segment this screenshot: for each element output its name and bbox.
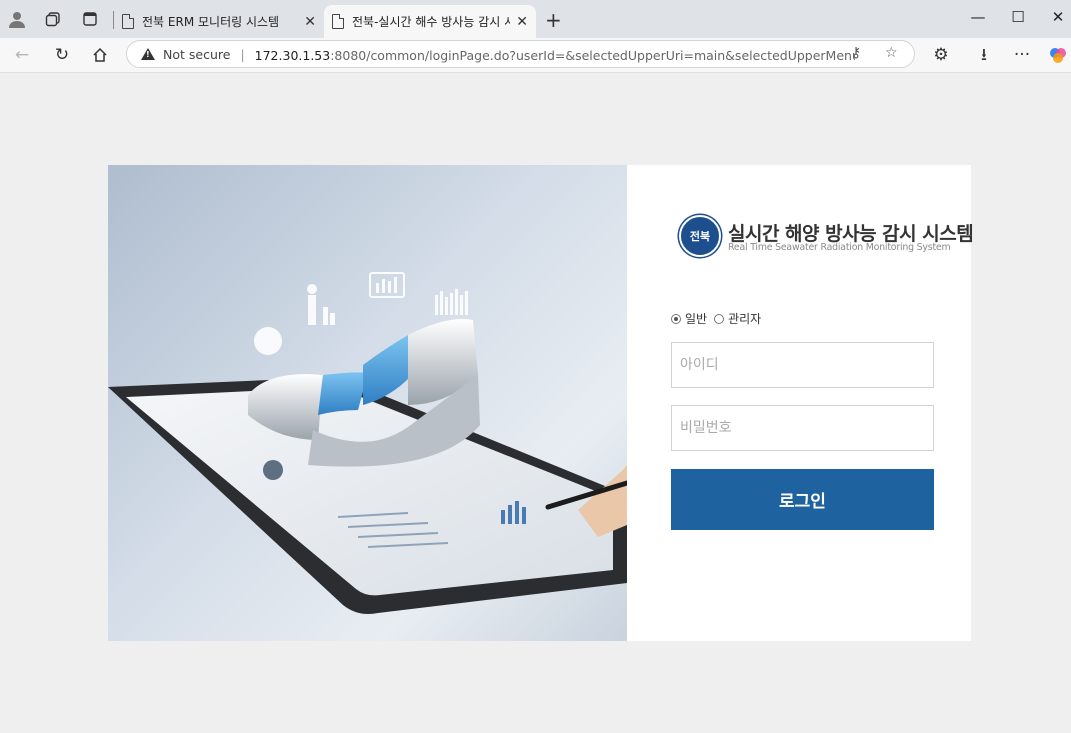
url-path: :8080/common/loginPage.do?userId=&select… xyxy=(330,47,854,63)
profile-icon[interactable] xyxy=(7,9,27,29)
minimize-button[interactable]: — xyxy=(963,8,993,26)
tab-actions-icon[interactable] xyxy=(80,9,100,29)
key-icon[interactable]: ⚷ xyxy=(851,45,861,61)
close-window-button[interactable]: ✕ xyxy=(1043,8,1071,26)
system-logo: 전북 실시간 해양 방사능 감시 시스템 Real Time Seawater … xyxy=(679,215,974,261)
favorite-star-icon[interactable]: ☆ xyxy=(885,45,898,61)
tab-erm-monitoring[interactable]: 전북 ERM 모니터링 시스템 ✕ xyxy=(114,5,324,38)
tab-radiation-monitoring[interactable]: 전북-실시간 해수 방사능 감시 시스템 ✕ xyxy=(324,5,536,38)
url-text[interactable]: 172.30.1.53:8080/common/loginPage.do?use… xyxy=(255,45,855,64)
new-tab-button[interactable]: + xyxy=(545,8,562,32)
login-form: 전북 실시간 해양 방사능 감시 시스템 Real Time Seawater … xyxy=(627,165,974,641)
tab-strip: 전북 ERM 모니터링 시스템 ✕ 전북-실시간 해수 방사능 감시 시스템 ✕… xyxy=(0,0,1071,38)
warning-icon xyxy=(141,48,155,60)
radio-general-label[interactable]: 일반 xyxy=(685,310,707,327)
downloads-icon[interactable]: ⭳ xyxy=(972,44,996,66)
maximize-button[interactable]: ☐ xyxy=(1003,8,1033,26)
radio-general[interactable] xyxy=(671,313,681,324)
url-host: 172.30.1.53 xyxy=(254,47,331,63)
system-subtitle: Real Time Seawater Radiation Monitoring … xyxy=(728,242,951,253)
security-label[interactable]: Not secure xyxy=(163,47,230,62)
role-selector: 일반 관리자 xyxy=(671,310,768,327)
tab-title: 전북-실시간 해수 방사능 감시 시스템 xyxy=(352,15,511,29)
login-panel: 전북 실시간 해양 방사능 감시 시스템 Real Time Seawater … xyxy=(108,165,974,641)
home-button[interactable] xyxy=(88,44,112,66)
radio-admin-label[interactable]: 관리자 xyxy=(728,310,761,327)
user-id-input[interactable] xyxy=(671,342,934,388)
more-menu-icon[interactable]: ··· xyxy=(1010,44,1034,66)
radio-admin[interactable] xyxy=(714,313,725,324)
tab-title: 전북 ERM 모니터링 시스템 xyxy=(142,15,280,29)
jeonbuk-emblem: 전북 xyxy=(679,215,721,257)
reload-button[interactable]: ↻ xyxy=(50,44,74,66)
extensions-icon[interactable]: ⚙ xyxy=(929,44,953,66)
copilot-icon[interactable] xyxy=(1046,44,1070,66)
close-tab-icon[interactable]: ✕ xyxy=(304,14,316,30)
password-input[interactable] xyxy=(671,405,934,451)
address-bar[interactable]: Not secure | 172.30.1.53:8080/common/log… xyxy=(126,40,915,68)
browser-toolbar: ← ↻ Not secure | 172.30.1.53:8080/common… xyxy=(0,38,1071,73)
collections-icon[interactable] xyxy=(43,9,63,29)
page-icon xyxy=(122,14,134,29)
address-separator: | xyxy=(240,46,245,62)
page-icon xyxy=(332,14,344,29)
back-button[interactable]: ← xyxy=(10,44,34,66)
hero-image xyxy=(108,165,627,641)
login-button[interactable]: 로그인 xyxy=(671,469,934,530)
close-tab-icon[interactable]: ✕ xyxy=(516,14,528,30)
